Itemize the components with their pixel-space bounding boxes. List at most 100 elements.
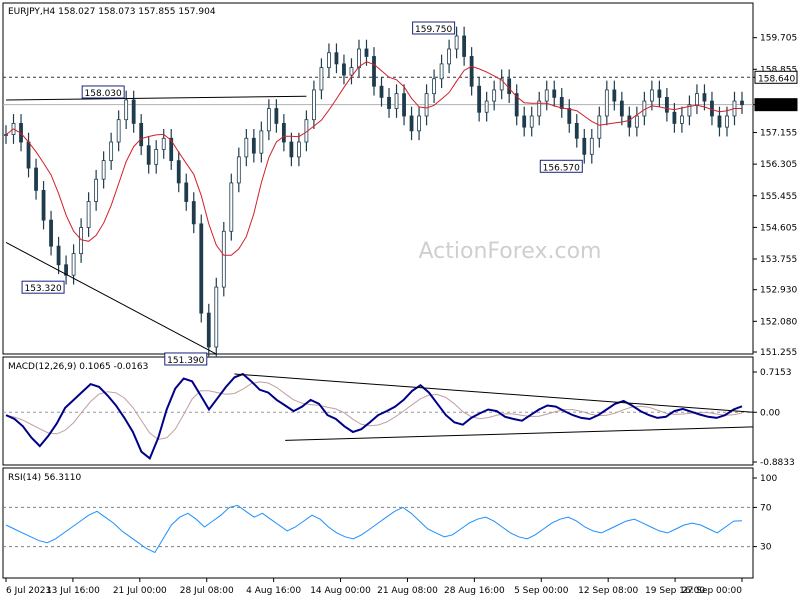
macd-axis-label: 0.7153 [760,368,792,378]
price-candle-body [139,123,144,147]
price-candle-body [86,201,91,228]
watermark-text: ActionForex.com [419,239,602,264]
price-candle-body [424,93,429,117]
price-candle-body [34,167,38,191]
x-axis-label: 4 Aug 16:00 [246,586,301,596]
x-axis-label: 27 Sep 00:00 [682,586,742,596]
price-candle-body [657,89,662,98]
price-candle-body [634,115,639,128]
price-candle-body [664,96,669,113]
rsi-axis-label: 100 [760,474,777,484]
price-candle-body [695,93,699,106]
price-candle-body [432,78,436,95]
price-candle-body [672,111,677,124]
price-callout-label: 156.570 [543,163,580,173]
price-candle-body [484,100,489,113]
price-candle-body [649,89,654,102]
macd-upper-trendline [234,373,754,413]
price-candle-body [364,48,369,57]
price-axis-label: 152.930 [760,286,797,296]
rsi-axis-label: 70 [760,503,772,513]
price-panel-frame [2,2,754,355]
price-candle-body [244,137,249,158]
price-candle-body [439,63,444,80]
price-candle-body [589,137,594,155]
price-candle-body [492,89,497,102]
price-candle-body [462,35,467,57]
price-axis-label: 153.755 [760,255,797,265]
price-candle-body [702,93,707,102]
price-candle-body [199,223,204,314]
price-candle-body [710,100,714,117]
price-candle-body [146,145,151,165]
price-candle-body [447,48,452,65]
price-candle-body [417,115,421,132]
price-candle-body [379,85,384,98]
price-candle-body [176,160,181,184]
price-candle-body [56,245,61,266]
price-candle-body [357,48,361,69]
price-candle-body [281,123,286,143]
price-candle-body [642,100,647,117]
price-candle-body [214,286,219,348]
price-candle-body [559,96,564,109]
price-candle-body [529,115,534,128]
price-candle-body [251,137,256,154]
price-candle-body [184,182,189,202]
price-candle-body [154,149,159,165]
price-candle-body [740,100,744,106]
resistance-trendline [5,95,307,101]
price-candle-body [206,312,211,348]
price-axis-label: 152.080 [760,317,797,327]
price-candle-body [582,137,587,155]
rsi-line [5,504,743,554]
price-candle-body [725,115,729,128]
price-candle-body [221,230,226,288]
macd-panel-title: MACD(12,26,9) 0.1065 -0.0163 [8,362,148,372]
price-candle-body [477,85,482,113]
price-candle-body [94,178,99,202]
price-panel-title: EURJPY,H4 158.027 158.073 157.855 157.90… [8,7,216,17]
price-candle-body [334,52,339,65]
support-trendline [5,242,217,355]
price-candle-body [312,89,316,121]
price-axis-label: 156.305 [760,160,797,170]
price-candle-body [319,67,324,91]
price-candle-body [552,89,557,98]
price-candle-body [627,115,632,128]
price-candle-body [26,141,31,169]
macd-axis-label: 0.00 [760,408,780,418]
price-axis-label: 159.705 [760,34,797,44]
x-axis-label: 14 Aug 00:00 [310,586,371,596]
price-candle-body [717,115,722,128]
price-axis-label: 151.255 [760,348,797,358]
price-candle-body [116,119,121,143]
price-candle-body [372,56,376,87]
price-axis-tag-label: 158.640 [758,74,795,84]
price-axis-label: 154.605 [760,223,797,233]
price-callout-label: 158.030 [85,89,122,99]
price-candle-body [266,108,271,132]
price-callout-label: 151.390 [167,356,204,366]
price-callout-label: 159.750 [415,25,452,35]
price-candle-body [289,141,294,158]
price-candle-body [680,115,684,124]
x-axis-label: 6 Jul 2023 [6,586,51,596]
price-candle-body [469,56,474,87]
price-candle-body [349,67,354,76]
price-axis-label: 157.155 [760,129,797,139]
price-candle-body [522,115,527,128]
price-candle-body [327,52,331,69]
price-candle-body [604,89,609,117]
x-axis-label: 21 Aug 08:00 [377,586,438,596]
x-axis-label: 21 Jul 00:00 [113,586,167,596]
price-candle-body [109,141,114,162]
price-candle-body [101,160,106,180]
x-axis-label: 28 Aug 16:00 [444,586,505,596]
macd-axis-label: -0.8833 [760,458,795,468]
rsi-panel-title: RSI(14) 56.3110 [8,473,81,483]
price-candle-body [274,108,279,124]
price-axis-tag-label: 157.904 [758,102,795,112]
price-candle-body [191,201,196,225]
price-candle-body [612,89,617,102]
